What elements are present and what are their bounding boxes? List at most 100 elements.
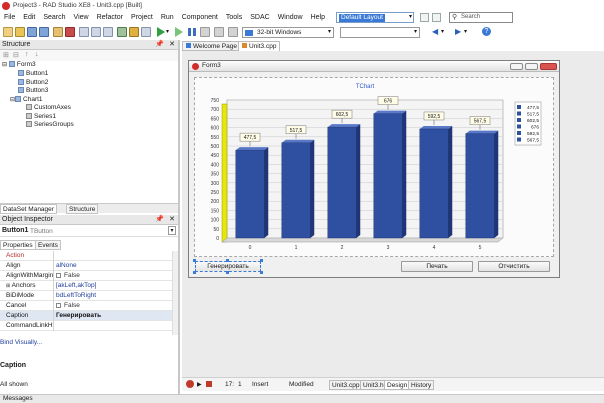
open-folder-icon[interactable]	[15, 27, 25, 37]
legend-entry: 602,5	[527, 118, 539, 124]
menu-search[interactable]: Search	[39, 14, 69, 21]
selection-handle[interactable]	[260, 271, 263, 274]
bind-visually-link[interactable]: Bind Visually...	[0, 339, 42, 346]
selection-handle[interactable]	[226, 259, 229, 262]
form3-window[interactable]: Form3 TChart 0 50 100 150 200 250 300 350 400 450 5…	[188, 60, 560, 278]
property-value[interactable]: Генерировать	[56, 312, 101, 319]
tab-history[interactable]: History	[408, 380, 435, 390]
chart1[interactable]: TChart 0 50 100 150 200 250 300 350 400 450 500 550 6…	[194, 77, 554, 257]
pin-icon[interactable]: 📌	[155, 215, 164, 223]
back-arrow-icon[interactable]: ◀	[432, 27, 438, 36]
tab-dataset-manager[interactable]: DataSet Manager	[0, 204, 57, 214]
property-row[interactable]: BiDiMode bdLeftToRight	[0, 291, 172, 301]
panel-splitter[interactable]	[178, 40, 180, 394]
run-without-debug-icon[interactable]	[174, 27, 184, 37]
menu-tools[interactable]: Tools	[222, 14, 246, 21]
menu-help[interactable]: Help	[307, 14, 329, 21]
open-project-icon[interactable]	[53, 27, 63, 37]
selection-handle[interactable]	[226, 271, 229, 274]
maximize-icon[interactable]	[525, 63, 538, 70]
tab-welcome-page[interactable]: Welcome Page	[182, 41, 241, 51]
run-icon[interactable]	[156, 27, 166, 37]
tree-item-button2[interactable]: Button2	[18, 79, 48, 87]
tree-item-chart1[interactable]: ⊟ Chart1	[10, 96, 43, 104]
forward-arrow-icon[interactable]: ▶	[455, 27, 461, 36]
tab-events[interactable]: Events	[35, 240, 61, 250]
close-panel-icon[interactable]: ✕	[169, 40, 175, 48]
new-file-icon[interactable]	[3, 27, 13, 37]
menu-sdac[interactable]: SDAC	[246, 14, 273, 21]
close-panel-icon[interactable]: ✕	[169, 215, 175, 223]
save-layout-icon[interactable]	[420, 13, 429, 22]
layout-settings-icon[interactable]	[432, 13, 441, 22]
view-unit-icon[interactable]	[79, 27, 89, 37]
toggle-form-unit-icon[interactable]	[103, 27, 113, 37]
tab-unit3-cpp[interactable]: Unit3.cpp	[238, 41, 281, 51]
stop-icon[interactable]	[206, 381, 212, 387]
menu-refactor[interactable]: Refactor	[93, 14, 127, 21]
play-macro-icon[interactable]: ▶	[197, 381, 202, 388]
save-icon[interactable]	[27, 27, 37, 37]
trace-into-icon[interactable]	[214, 27, 224, 37]
property-row[interactable]: CommandLinkHi	[0, 321, 172, 331]
close-icon[interactable]	[540, 63, 557, 70]
property-row[interactable]: Action	[0, 251, 172, 261]
property-row[interactable]: Cancel False	[0, 301, 172, 311]
tab-design[interactable]: Design	[384, 380, 411, 390]
pin-icon[interactable]: 📌	[155, 40, 164, 48]
tab-unit3-h[interactable]: Unit3.h	[360, 380, 387, 390]
checkbox-icon[interactable]	[56, 273, 61, 278]
platform-select[interactable]: 32-bit Windows ▾	[242, 27, 334, 38]
minimize-icon[interactable]	[510, 63, 523, 70]
menu-edit[interactable]: Edit	[19, 14, 39, 21]
menu-component[interactable]: Component	[178, 14, 222, 21]
property-row[interactable]: ⊞ Anchors [akLeft,akTop]	[0, 281, 172, 291]
view-form-icon[interactable]	[91, 27, 101, 37]
property-row[interactable]: AlignWithMargin False	[0, 271, 172, 281]
add-to-project-icon[interactable]	[129, 27, 139, 37]
tab-properties[interactable]: Properties	[0, 240, 36, 250]
tree-item-series1[interactable]: Series1	[26, 113, 56, 121]
messages-panel[interactable]: Messages	[0, 394, 604, 403]
checkbox-icon[interactable]	[56, 303, 61, 308]
property-row[interactable]: Align alNone	[0, 261, 172, 271]
config-select[interactable]: ▾	[340, 27, 420, 38]
remove-from-project-icon[interactable]	[141, 27, 151, 37]
tree-item-customaxes[interactable]: CustomAxes	[26, 104, 71, 112]
button2-print[interactable]: Печать	[401, 261, 473, 272]
tree-item-seriesgroups[interactable]: SeriesGroups	[26, 121, 74, 129]
new-form-icon[interactable]	[117, 27, 127, 37]
selection-handle[interactable]	[193, 271, 196, 274]
ide-search-input[interactable]: ⚲ Search	[449, 12, 513, 23]
menu-project[interactable]: Project	[127, 14, 157, 21]
tab-structure[interactable]: Structure	[66, 204, 99, 214]
close-icon[interactable]	[65, 27, 75, 37]
save-all-icon[interactable]	[39, 27, 49, 37]
record-icon[interactable]	[186, 380, 194, 388]
tree-item-form3[interactable]: ⊟ Form3	[2, 61, 36, 69]
run-to-cursor-icon[interactable]	[228, 27, 238, 37]
move-up-icon[interactable]: ↑	[25, 51, 29, 58]
menu-window[interactable]: Window	[274, 14, 307, 21]
selection-handle[interactable]	[193, 259, 196, 262]
component-select[interactable]: Button1 TButton ▾	[0, 226, 178, 237]
menu-file[interactable]: File	[0, 14, 19, 21]
property-row-selected[interactable]: Caption Генерировать	[0, 311, 172, 321]
selection-handle[interactable]	[260, 259, 263, 262]
expand-icon[interactable]: ⊞	[3, 51, 9, 59]
tree-item-button1[interactable]: Button1	[18, 70, 48, 78]
back-dropdown-icon[interactable]: ▾	[441, 28, 444, 35]
button3-clear[interactable]: Отчистить	[478, 261, 550, 272]
menu-run[interactable]: Run	[157, 14, 178, 21]
collapse-icon[interactable]: ⊟	[13, 51, 19, 59]
run-dropdown-icon[interactable]: ▾	[166, 28, 169, 35]
pause-icon[interactable]	[188, 28, 191, 36]
tree-item-button3[interactable]: Button3	[18, 87, 48, 95]
step-over-icon[interactable]	[200, 27, 210, 37]
menu-view[interactable]: View	[70, 14, 93, 21]
help-icon[interactable]: ?	[482, 27, 491, 36]
layout-select[interactable]: Default Layout ▾	[336, 12, 414, 23]
tab-unit3-cpp[interactable]: Unit3.cpp	[329, 380, 363, 390]
move-down-icon[interactable]: ↓	[35, 51, 39, 58]
forward-dropdown-icon[interactable]: ▾	[464, 28, 467, 35]
